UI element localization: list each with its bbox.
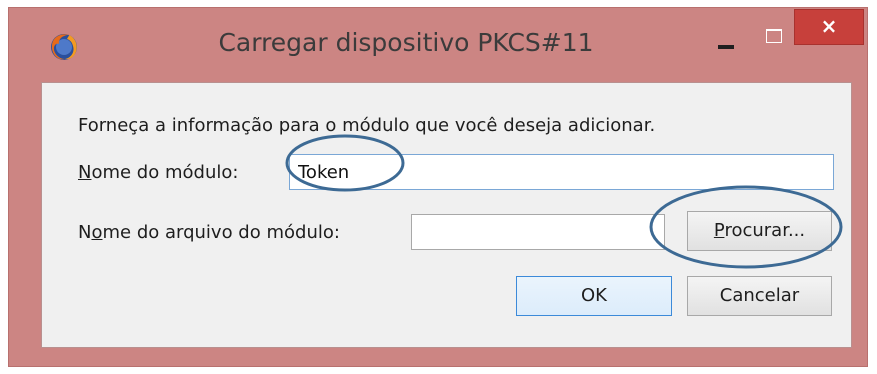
module-name-accesskey: N	[78, 162, 92, 183]
module-file-input[interactable]	[411, 214, 665, 250]
browse-button[interactable]: Procurar...	[687, 211, 832, 251]
ok-button[interactable]: OK	[516, 276, 672, 316]
dialog-content: Forneça a informação para o módulo que v…	[41, 82, 852, 348]
module-name-input[interactable]	[289, 154, 834, 190]
instruction-text: Forneça a informação para o módulo que v…	[78, 115, 656, 136]
browse-label: rocurar...	[724, 220, 806, 241]
screenshot-stage: Carregar dispositivo PKCS#11 × Forneça a…	[0, 0, 877, 374]
minimize-icon[interactable]	[708, 22, 744, 54]
module-file-label: Nome do arquivo do módulo:	[78, 222, 340, 243]
close-icon[interactable]: ×	[794, 9, 864, 45]
title-bar[interactable]: Carregar dispositivo PKCS#11 ×	[9, 8, 867, 84]
module-name-label-text: ome do módulo:	[91, 162, 239, 183]
module-file-label-text: me do arquivo do módulo:	[102, 222, 340, 243]
cancel-button[interactable]: Cancelar	[687, 276, 832, 316]
module-name-label: Nome do módulo:	[78, 162, 238, 183]
module-file-label-first: N	[78, 222, 92, 243]
maximize-icon[interactable]	[755, 22, 791, 54]
dialog-window: Carregar dispositivo PKCS#11 × Forneça a…	[8, 7, 868, 367]
module-file-accesskey: o	[91, 222, 103, 243]
browse-accesskey: P	[713, 220, 725, 241]
